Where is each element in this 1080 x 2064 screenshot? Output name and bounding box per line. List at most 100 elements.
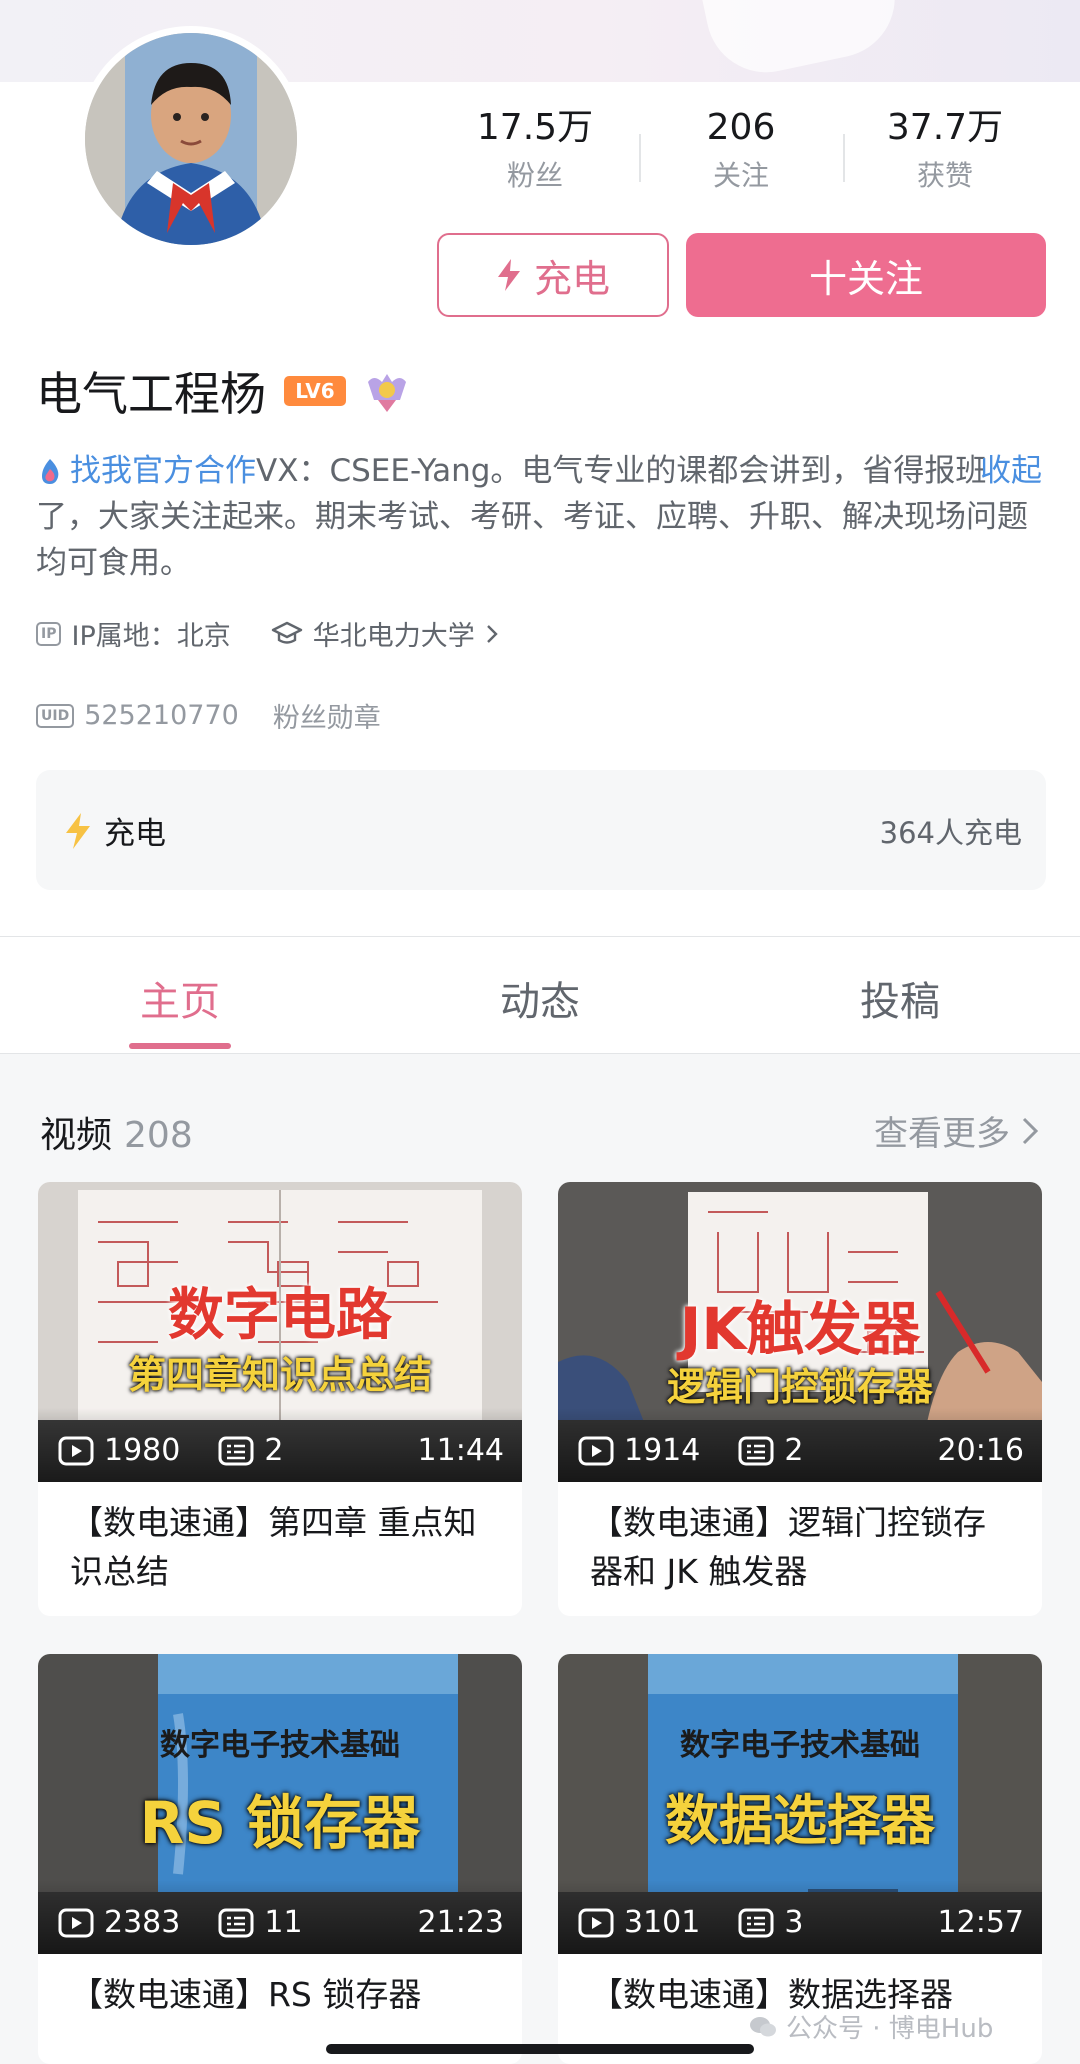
video-stats: 1914 2 <box>578 1433 803 1468</box>
lightning-icon <box>497 259 520 291</box>
stat-label: 关注 <box>712 159 769 192</box>
stat-divider <box>843 134 845 182</box>
home-content: 视频 208 查看更多 数字电路 第四章知识点总结 1980 2 11:44 【… <box>0 1054 1080 2064</box>
view-count: 2383 <box>104 1905 181 1940</box>
stat-label: 粉丝 <box>506 159 563 192</box>
bio: 找我官方合作VX：CSEE-Yang。电气专业的课都会讲到，省得报班了，大家关注… <box>36 448 1046 586</box>
video-stats: 1980 2 <box>58 1433 283 1468</box>
play-count-icon <box>58 1436 94 1465</box>
ip-location: IP属地：北京 <box>71 621 231 652</box>
video-card[interactable]: 数字电路 第四章知识点总结 1980 2 11:44 【数电速通】第四章 重点知… <box>38 1182 522 1616</box>
stat-value: 17.5万 <box>476 107 594 148</box>
danmaku-count: 11 <box>264 1905 303 1940</box>
see-more-label: 查看更多 <box>874 1114 1010 1154</box>
danmaku-icon <box>218 1436 254 1465</box>
view-count: 1980 <box>104 1433 181 1468</box>
view-count: 1914 <box>624 1433 701 1468</box>
tab-dynamics[interactable]: 动态 <box>430 969 650 1027</box>
name-row: 电气工程杨 LV6 <box>36 356 410 426</box>
charge-button[interactable]: 充电 <box>437 233 669 317</box>
home-indicator[interactable] <box>326 2044 754 2054</box>
view-count: 3101 <box>624 1905 701 1940</box>
video-title: 【数电速通】RS 锁存器 <box>70 1975 422 2014</box>
bio-collapse-toggle[interactable]: 收起 <box>980 448 1042 494</box>
graduation-cap-icon <box>271 621 302 644</box>
meta-row: IP IP属地：北京 华北电力大学 <box>36 614 499 653</box>
charge-button-label: 充电 <box>533 256 610 301</box>
video-card[interactable]: 数字电子技术基础 RS 锁存器 2383 11 21:23 【数电速通】RS 锁… <box>38 1654 522 2064</box>
charge-card[interactable]: 充电 364人充电 <box>36 770 1046 890</box>
charge-count: 364人充电 <box>879 816 1022 850</box>
video-title: 【数电速通】第四章 重点知识总结 <box>70 1503 477 1591</box>
danmaku-icon <box>738 1908 774 1937</box>
school-link[interactable]: 华北电力大学 <box>313 614 475 653</box>
uid-row: UID 525210770 粉丝勋章 <box>36 696 381 735</box>
danmaku-icon <box>738 1436 774 1465</box>
stat-following[interactable]: 206 关注 <box>646 102 836 198</box>
video-thumbnail: 数字电路 第四章知识点总结 1980 2 11:44 <box>38 1182 522 1482</box>
video-card[interactable]: JK触发器 逻辑门控锁存器 1914 2 20:16 【数电速通】逻辑门控锁存器… <box>558 1182 1042 1616</box>
danmaku-count: 2 <box>264 1433 284 1468</box>
thumbnail-title: 数字电路 <box>168 1283 392 1348</box>
video-duration: 11:44 <box>417 1433 504 1468</box>
danmaku-count: 2 <box>784 1433 804 1468</box>
vip-emblem-icon <box>368 374 406 412</box>
banner-decoration <box>694 0 906 82</box>
tab-uploads[interactable]: 投稿 <box>790 969 1010 1027</box>
play-count-icon <box>578 1436 614 1465</box>
video-count: 208 <box>124 1115 193 1156</box>
thumbnail-title: RS 锁存器 <box>139 1789 421 1857</box>
stat-likes[interactable]: 37.7万 获赞 <box>850 102 1040 198</box>
watermark: 公众号 · 博电Hub <box>748 2008 993 2045</box>
watermark-text: 公众号 · 博电Hub <box>786 2014 994 2044</box>
play-count-icon <box>58 1908 94 1937</box>
uid-value[interactable]: 525210770 <box>84 700 239 731</box>
thumbnail-subtitle: 逻辑门控锁存器 <box>666 1365 933 1409</box>
video-duration: 21:23 <box>417 1905 504 1940</box>
see-more-link[interactable]: 查看更多 <box>874 1106 1040 1155</box>
video-duration: 12:57 <box>937 1905 1024 1940</box>
level-badge: LV6 <box>284 376 346 406</box>
danmaku-icon <box>218 1908 254 1937</box>
stat-label: 获赞 <box>916 159 973 192</box>
video-stats: 2383 11 <box>58 1905 303 1940</box>
stat-value: 206 <box>706 107 776 148</box>
video-duration: 20:16 <box>937 1433 1024 1468</box>
profile-tabs: 主页 动态 投稿 <box>0 936 1080 1054</box>
video-stats: 3101 3 <box>578 1905 803 1940</box>
follow-button[interactable]: 十关注 <box>686 233 1046 317</box>
video-thumbnail: JK触发器 逻辑门控锁存器 1914 2 20:16 <box>558 1182 1042 1482</box>
stat-divider <box>639 134 641 182</box>
video-title: 【数电速通】逻辑门控锁存器和 JK 触发器 <box>590 1503 986 1591</box>
thumbnail-title: JK触发器 <box>679 1295 921 1363</box>
charge-card-label: 充电 <box>104 816 166 852</box>
thumbnail-book-title: 数字电子技术基础 <box>160 1728 400 1763</box>
wechat-icon <box>750 2016 776 2036</box>
ip-tag-icon: IP <box>36 621 62 646</box>
video-thumbnail: 数字电子技术基础 数据选择器 3101 3 12:57 <box>558 1654 1042 1954</box>
lightning-icon <box>66 812 90 849</box>
stats-row: 17.5万 粉丝 206 关注 37.7万 获赞 <box>440 102 1050 212</box>
videos-section-title: 视频 208 <box>40 1106 193 1158</box>
chevron-right-icon <box>1022 1117 1039 1144</box>
tab-home[interactable]: 主页 <box>70 969 290 1027</box>
user-name: 电气工程杨 <box>36 367 266 421</box>
section-label: 视频 <box>40 1115 113 1156</box>
avatar[interactable] <box>78 26 304 252</box>
thumbnail-subtitle: 第四章知识点总结 <box>127 1353 432 1397</box>
thumbnail-book-title: 数字电子技术基础 <box>680 1728 920 1763</box>
cooperation-icon <box>42 459 59 484</box>
active-tab-indicator <box>129 1043 231 1049</box>
chevron-right-icon <box>486 624 498 643</box>
video-card[interactable]: 数字电子技术基础 数据选择器 3101 3 12:57 【数电速通】数据选择器 <box>558 1654 1042 2064</box>
play-count-icon <box>578 1908 614 1937</box>
fan-badge-link[interactable]: 粉丝勋章 <box>273 696 381 735</box>
stat-fans[interactable]: 17.5万 粉丝 <box>440 102 630 198</box>
follow-button-label: 十关注 <box>808 256 923 301</box>
thumbnail-title: 数据选择器 <box>665 1789 935 1852</box>
bio-cooperation-link[interactable]: 找我官方合作 <box>70 453 256 489</box>
stat-value: 37.7万 <box>886 107 1004 148</box>
uid-tag-icon: UID <box>36 703 75 728</box>
danmaku-count: 3 <box>784 1905 804 1940</box>
video-thumbnail: 数字电子技术基础 RS 锁存器 2383 11 21:23 <box>38 1654 522 1954</box>
